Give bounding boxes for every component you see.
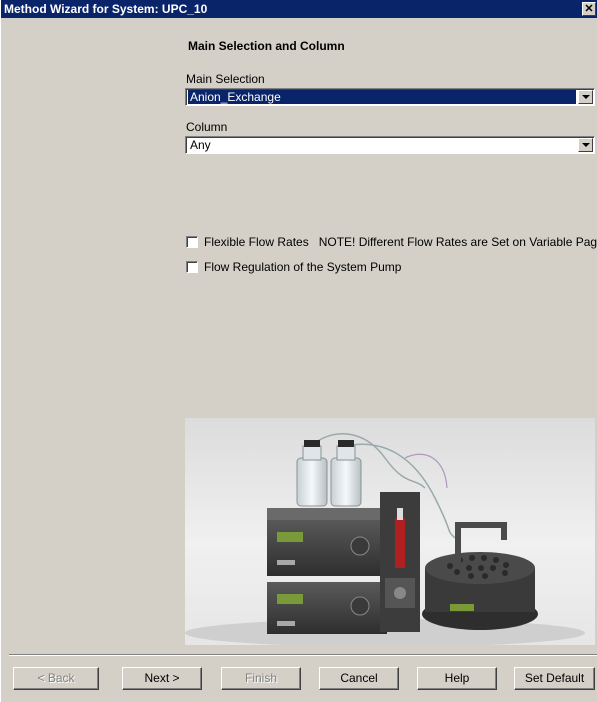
close-icon[interactable]: ✕ (582, 2, 596, 16)
main-selection-label: Main Selection (186, 72, 265, 86)
cancel-button[interactable]: Cancel (319, 667, 399, 690)
set-default-button[interactable]: Set Default (514, 667, 595, 690)
column-value: Any (190, 138, 211, 152)
main-selection-dropdown[interactable]: Anion_Exchange (185, 88, 595, 106)
flexible-flow-rates-label: Flexible Flow Rates NOTE! Different Flow… (204, 235, 597, 249)
method-wizard-window: Method Wizard for System: UPC_10 ✕ Main … (0, 0, 597, 702)
back-button[interactable]: < Back (13, 667, 99, 690)
finish-button[interactable]: Finish (221, 667, 301, 690)
window-title: Method Wizard for System: UPC_10 (4, 2, 208, 16)
chevron-down-icon (582, 95, 590, 99)
main-selection-value: Anion_Exchange (188, 90, 576, 104)
title-bar[interactable]: Method Wizard for System: UPC_10 ✕ (1, 0, 597, 18)
column-dropdown[interactable]: Any (185, 136, 595, 154)
flexible-flow-rates-checkbox[interactable] (186, 236, 198, 248)
column-label: Column (186, 120, 228, 134)
chevron-down-icon (582, 143, 590, 147)
system-photo (185, 418, 595, 645)
page-title: Main Selection and Column (188, 39, 345, 53)
main-selection-dropdown-button[interactable] (578, 90, 593, 104)
button-separator (9, 654, 597, 656)
next-button[interactable]: Next > (122, 667, 202, 690)
flow-regulation-checkbox[interactable] (186, 261, 198, 273)
help-button[interactable]: Help (417, 667, 497, 690)
flow-regulation-label: Flow Regulation of the System Pump (204, 260, 402, 274)
column-dropdown-button[interactable] (578, 138, 593, 152)
